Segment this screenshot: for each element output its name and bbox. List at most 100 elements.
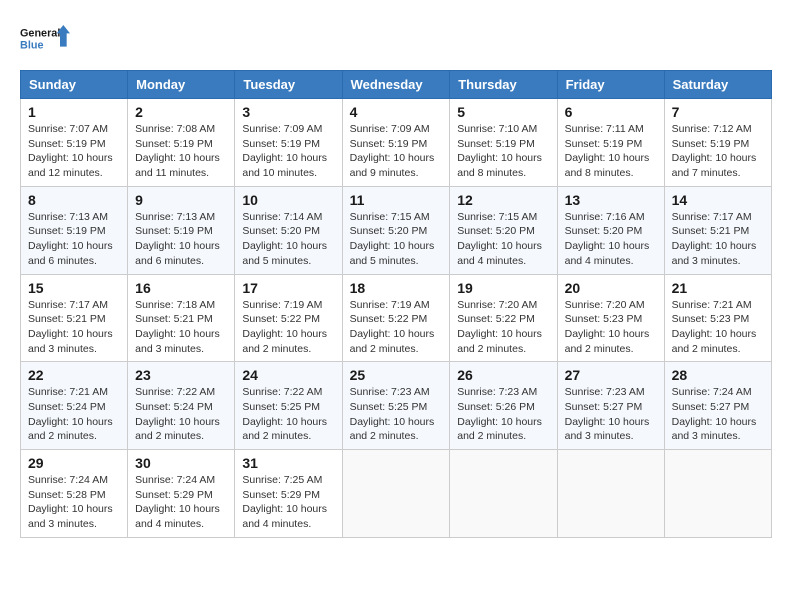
header-tuesday: Tuesday <box>235 71 342 99</box>
calendar-table: SundayMondayTuesdayWednesdayThursdayFrid… <box>20 70 772 538</box>
calendar-cell: 3Sunrise: 7:09 AMSunset: 5:19 PMDaylight… <box>235 99 342 187</box>
day-info: Sunrise: 7:24 AMSunset: 5:27 PMDaylight:… <box>672 386 757 442</box>
day-info: Sunrise: 7:12 AMSunset: 5:19 PMDaylight:… <box>672 123 757 179</box>
day-info: Sunrise: 7:24 AMSunset: 5:29 PMDaylight:… <box>135 474 220 530</box>
calendar-cell: 26 Sunrise: 7:23 AMSunset: 5:26 PMDayligh… <box>450 362 557 450</box>
header: General Blue <box>20 20 772 60</box>
calendar-cell: 4 Sunrise: 7:09 AMSunset: 5:19 PMDaylight… <box>342 99 450 187</box>
day-number: 14 <box>672 192 764 208</box>
day-number: 12 <box>457 192 549 208</box>
day-number: 3 <box>242 104 334 120</box>
calendar-cell: 28Sunrise: 7:24 AMSunset: 5:27 PMDayligh… <box>664 362 771 450</box>
calendar-cell: 25 Sunrise: 7:23 AMSunset: 5:25 PMDayligh… <box>342 362 450 450</box>
day-info: Sunrise: 7:15 AMSunset: 5:20 PMDaylight:… <box>457 211 542 267</box>
logo: General Blue <box>20 20 70 60</box>
calendar-cell: 12 Sunrise: 7:15 AMSunset: 5:20 PMDayligh… <box>450 186 557 274</box>
calendar-cell: 8 Sunrise: 7:13 AMSunset: 5:19 PMDaylight… <box>21 186 128 274</box>
day-number: 31 <box>242 455 334 471</box>
calendar-cell: 18 Sunrise: 7:19 AMSunset: 5:22 PMDayligh… <box>342 274 450 362</box>
day-info: Sunrise: 7:25 AMSunset: 5:29 PMDaylight:… <box>242 474 327 530</box>
day-info: Sunrise: 7:21 AMSunset: 5:24 PMDaylight:… <box>28 386 113 442</box>
day-info: Sunrise: 7:22 AMSunset: 5:24 PMDaylight:… <box>135 386 220 442</box>
day-number: 24 <box>242 367 334 383</box>
calendar-cell: 22 Sunrise: 7:21 AMSunset: 5:24 PMDayligh… <box>21 362 128 450</box>
calendar-cell: 20Sunrise: 7:20 AMSunset: 5:23 PMDayligh… <box>557 274 664 362</box>
calendar-cell <box>557 450 664 538</box>
calendar-cell: 19 Sunrise: 7:20 AMSunset: 5:22 PMDayligh… <box>450 274 557 362</box>
calendar-cell: 27 Sunrise: 7:23 AMSunset: 5:27 PMDayligh… <box>557 362 664 450</box>
header-wednesday: Wednesday <box>342 71 450 99</box>
day-info: Sunrise: 7:17 AMSunset: 5:21 PMDaylight:… <box>28 299 113 355</box>
day-number: 21 <box>672 280 764 296</box>
calendar-cell: 21Sunrise: 7:21 AMSunset: 5:23 PMDayligh… <box>664 274 771 362</box>
calendar-cell: 7 Sunrise: 7:12 AMSunset: 5:19 PMDaylight… <box>664 99 771 187</box>
day-number: 9 <box>135 192 227 208</box>
day-info: Sunrise: 7:19 AMSunset: 5:22 PMDaylight:… <box>242 299 327 355</box>
calendar-cell: 13 Sunrise: 7:16 AMSunset: 5:20 PMDayligh… <box>557 186 664 274</box>
calendar-week-row: 22 Sunrise: 7:21 AMSunset: 5:24 PMDayligh… <box>21 362 772 450</box>
day-info: Sunrise: 7:09 AMSunset: 5:19 PMDaylight:… <box>350 123 435 179</box>
header-sunday: Sunday <box>21 71 128 99</box>
day-info: Sunrise: 7:22 AMSunset: 5:25 PMDaylight:… <box>242 386 327 442</box>
calendar-cell: 17Sunrise: 7:19 AMSunset: 5:22 PMDayligh… <box>235 274 342 362</box>
calendar-cell: 1Sunrise: 7:07 AMSunset: 5:19 PMDaylight… <box>21 99 128 187</box>
day-info: Sunrise: 7:20 AMSunset: 5:22 PMDaylight:… <box>457 299 542 355</box>
calendar-cell: 5Sunrise: 7:10 AMSunset: 5:19 PMDaylight… <box>450 99 557 187</box>
day-info: Sunrise: 7:07 AMSunset: 5:19 PMDaylight:… <box>28 123 113 179</box>
calendar-cell: 23 Sunrise: 7:22 AMSunset: 5:24 PMDayligh… <box>128 362 235 450</box>
calendar-cell: 15 Sunrise: 7:17 AMSunset: 5:21 PMDayligh… <box>21 274 128 362</box>
day-info: Sunrise: 7:15 AMSunset: 5:20 PMDaylight:… <box>350 211 435 267</box>
logo-svg: General Blue <box>20 20 70 60</box>
calendar-cell <box>342 450 450 538</box>
day-info: Sunrise: 7:13 AMSunset: 5:19 PMDaylight:… <box>135 211 220 267</box>
calendar-week-row: 15 Sunrise: 7:17 AMSunset: 5:21 PMDayligh… <box>21 274 772 362</box>
calendar-week-row: 29 Sunrise: 7:24 AMSunset: 5:28 PMDayligh… <box>21 450 772 538</box>
day-number: 22 <box>28 367 120 383</box>
calendar-cell: 31 Sunrise: 7:25 AMSunset: 5:29 PMDayligh… <box>235 450 342 538</box>
day-number: 5 <box>457 104 549 120</box>
calendar-cell <box>664 450 771 538</box>
day-number: 6 <box>565 104 657 120</box>
day-number: 8 <box>28 192 120 208</box>
day-number: 19 <box>457 280 549 296</box>
calendar-cell: 14 Sunrise: 7:17 AMSunset: 5:21 PMDayligh… <box>664 186 771 274</box>
svg-text:General: General <box>20 28 60 40</box>
day-number: 16 <box>135 280 227 296</box>
day-number: 13 <box>565 192 657 208</box>
day-number: 25 <box>350 367 443 383</box>
header-thursday: Thursday <box>450 71 557 99</box>
day-info: Sunrise: 7:23 AMSunset: 5:27 PMDaylight:… <box>565 386 650 442</box>
day-number: 7 <box>672 104 764 120</box>
day-info: Sunrise: 7:14 AMSunset: 5:20 PMDaylight:… <box>242 211 327 267</box>
day-number: 15 <box>28 280 120 296</box>
calendar-cell: 24 Sunrise: 7:22 AMSunset: 5:25 PMDayligh… <box>235 362 342 450</box>
day-info: Sunrise: 7:11 AMSunset: 5:19 PMDaylight:… <box>565 123 650 179</box>
day-number: 30 <box>135 455 227 471</box>
day-info: Sunrise: 7:24 AMSunset: 5:28 PMDaylight:… <box>28 474 113 530</box>
header-monday: Monday <box>128 71 235 99</box>
day-number: 4 <box>350 104 443 120</box>
day-info: Sunrise: 7:18 AMSunset: 5:21 PMDaylight:… <box>135 299 220 355</box>
day-number: 10 <box>242 192 334 208</box>
calendar-cell: 30 Sunrise: 7:24 AMSunset: 5:29 PMDayligh… <box>128 450 235 538</box>
day-info: Sunrise: 7:08 AMSunset: 5:19 PMDaylight:… <box>135 123 220 179</box>
day-number: 23 <box>135 367 227 383</box>
day-info: Sunrise: 7:20 AMSunset: 5:23 PMDaylight:… <box>565 299 650 355</box>
day-info: Sunrise: 7:19 AMSunset: 5:22 PMDaylight:… <box>350 299 435 355</box>
day-info: Sunrise: 7:23 AMSunset: 5:26 PMDaylight:… <box>457 386 542 442</box>
day-number: 18 <box>350 280 443 296</box>
calendar-cell: 9 Sunrise: 7:13 AMSunset: 5:19 PMDaylight… <box>128 186 235 274</box>
header-friday: Friday <box>557 71 664 99</box>
day-info: Sunrise: 7:13 AMSunset: 5:19 PMDaylight:… <box>28 211 113 267</box>
day-info: Sunrise: 7:17 AMSunset: 5:21 PMDaylight:… <box>672 211 757 267</box>
svg-text:Blue: Blue <box>20 39 43 51</box>
calendar-cell: 6 Sunrise: 7:11 AMSunset: 5:19 PMDaylight… <box>557 99 664 187</box>
day-number: 27 <box>565 367 657 383</box>
day-number: 26 <box>457 367 549 383</box>
calendar-cell: 10 Sunrise: 7:14 AMSunset: 5:20 PMDayligh… <box>235 186 342 274</box>
day-info: Sunrise: 7:23 AMSunset: 5:25 PMDaylight:… <box>350 386 435 442</box>
day-number: 29 <box>28 455 120 471</box>
calendar-cell: 11Sunrise: 7:15 AMSunset: 5:20 PMDayligh… <box>342 186 450 274</box>
day-info: Sunrise: 7:16 AMSunset: 5:20 PMDaylight:… <box>565 211 650 267</box>
header-saturday: Saturday <box>664 71 771 99</box>
